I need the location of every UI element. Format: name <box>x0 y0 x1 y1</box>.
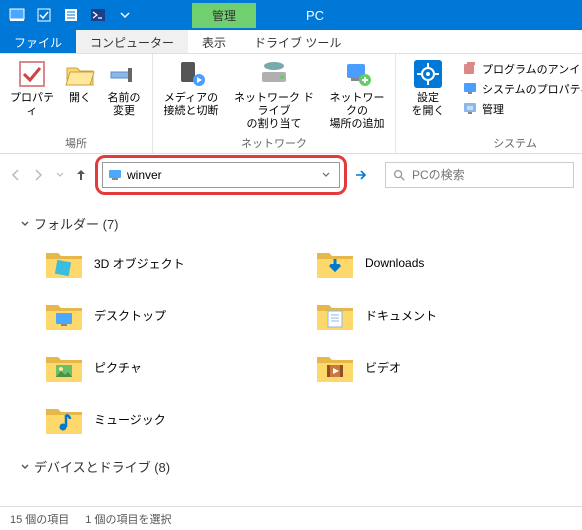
status-bar: 15 個の項目 1 個の項目を選択 <box>0 506 582 530</box>
folder-open-icon <box>64 58 96 90</box>
address-highlight <box>95 155 347 195</box>
properties-label: プロパティ <box>8 92 56 118</box>
rename-label: 名前の 変更 <box>108 92 141 118</box>
group-label-location: 場所 <box>8 133 144 151</box>
qat-checkbox-icon[interactable] <box>31 2 57 28</box>
folder-3d-objects[interactable]: 3D オブジェクト <box>40 241 291 285</box>
group-label-system: システム <box>404 133 582 151</box>
open-label: 開く <box>69 92 91 105</box>
qat-dropdown-icon[interactable] <box>112 2 138 28</box>
folder-documents[interactable]: ドキュメント <box>311 293 562 337</box>
tab-file[interactable]: ファイル <box>0 30 76 53</box>
qat-properties-icon[interactable] <box>58 2 84 28</box>
folder-videos[interactable]: ビデオ <box>311 345 562 389</box>
system-menu-icon[interactable] <box>4 2 30 28</box>
manage-icon <box>462 101 478 117</box>
folder-icon <box>315 349 355 385</box>
item-label: ピクチャ <box>94 359 142 376</box>
add-location-label: ネットワークの 場所の追加 <box>327 92 387 132</box>
manage-item[interactable]: 管理 <box>460 100 582 118</box>
settings-label: 設定 を開く <box>412 92 445 118</box>
address-input[interactable] <box>127 168 313 182</box>
pc-icon <box>107 167 123 183</box>
uninstall-icon <box>462 61 478 77</box>
tab-view[interactable]: 表示 <box>188 30 240 53</box>
media-server-icon <box>175 58 207 90</box>
quick-access-toolbar <box>0 2 142 28</box>
add-location-button[interactable]: ネットワークの 場所の追加 <box>327 58 387 133</box>
folder-music[interactable]: ミュージック <box>40 397 291 441</box>
network-location-icon <box>341 58 373 90</box>
gear-icon <box>412 58 444 90</box>
map-drive-label: ネットワーク ドライブ の割り当て <box>229 92 319 132</box>
folder-icon <box>44 401 84 437</box>
rename-icon <box>108 58 140 90</box>
media-label: メディアの 接続と切断 <box>164 92 219 118</box>
manage-label: 管理 <box>482 101 504 117</box>
folder-desktop[interactable]: デスクトップ <box>40 293 291 337</box>
folder-icon <box>315 245 355 281</box>
folder-icon <box>44 297 84 333</box>
uninstall-label: プログラムのアンインスト… <box>482 61 582 77</box>
contextual-tab-manage[interactable]: 管理 <box>192 3 256 28</box>
chevron-down-icon <box>20 219 30 229</box>
content-area: フォルダー (7) 3D オブジェクト Downloads デスクトップ ドキュ… <box>0 196 582 494</box>
ribbon-group-location: プロパティ 開く 名前の 変更 場所 <box>0 54 153 153</box>
item-label: 3D オブジェクト <box>94 255 185 272</box>
ribbon: プロパティ 開く 名前の 変更 場所 メディアの 接続と切断 ネットワーク ドラ… <box>0 54 582 154</box>
system-list: プログラムのアンインスト… システムのプロパティ 管理 <box>460 58 582 133</box>
go-button[interactable] <box>353 163 369 187</box>
ribbon-group-system: 設定 を開く プログラムのアンインスト… システムのプロパティ 管理 システム <box>396 54 582 153</box>
open-button[interactable]: 開く <box>64 58 96 133</box>
qat-powershell-icon[interactable] <box>85 2 111 28</box>
drive-network-icon <box>258 58 290 90</box>
sys-prop-label: システムのプロパティ <box>482 81 582 97</box>
window-title: PC <box>306 8 324 23</box>
folders-header-label: フォルダー (7) <box>34 214 119 233</box>
monitor-icon <box>462 81 478 97</box>
folder-icon <box>44 245 84 281</box>
folders-header[interactable]: フォルダー (7) <box>20 214 562 233</box>
item-label: Downloads <box>365 256 424 270</box>
rename-button[interactable]: 名前の 変更 <box>104 58 144 133</box>
item-label: デスクトップ <box>94 307 166 324</box>
item-label: ドキュメント <box>365 307 437 324</box>
navigation-bar <box>0 154 582 196</box>
status-selected: 1 個の項目を選択 <box>85 511 171 527</box>
back-button[interactable] <box>8 163 24 187</box>
folders-grid: 3D オブジェクト Downloads デスクトップ ドキュメント ピクチャ ビ… <box>20 241 562 441</box>
folder-icon <box>44 349 84 385</box>
address-bar[interactable] <box>102 162 340 188</box>
item-label: ビデオ <box>365 359 401 376</box>
folder-downloads[interactable]: Downloads <box>311 241 562 285</box>
checkmark-icon <box>16 58 48 90</box>
item-label: ミュージック <box>94 411 166 428</box>
search-box[interactable] <box>385 162 574 188</box>
chevron-down-icon <box>20 462 30 472</box>
settings-button[interactable]: 設定 を開く <box>404 58 452 133</box>
address-dropdown[interactable] <box>317 170 335 180</box>
tab-drive-tools[interactable]: ドライブ ツール <box>240 30 355 53</box>
uninstall-item[interactable]: プログラムのアンインスト… <box>460 60 582 78</box>
properties-button[interactable]: プロパティ <box>8 58 56 133</box>
map-drive-button[interactable]: ネットワーク ドライブ の割り当て <box>229 58 319 133</box>
search-input[interactable] <box>412 168 567 182</box>
recent-dropdown[interactable] <box>52 163 67 187</box>
titlebar: 管理 PC <box>0 0 582 30</box>
forward-button[interactable] <box>30 163 46 187</box>
ribbon-group-network: メディアの 接続と切断 ネットワーク ドライブ の割り当て ネットワークの 場所… <box>153 54 396 153</box>
system-properties-item[interactable]: システムのプロパティ <box>460 80 582 98</box>
tab-computer[interactable]: コンピューター <box>76 30 188 53</box>
folder-icon <box>315 297 355 333</box>
group-label-network: ネットワーク <box>161 133 387 151</box>
ribbon-tabs: ファイル コンピューター 表示 ドライブ ツール <box>0 30 582 54</box>
folder-pictures[interactable]: ピクチャ <box>40 345 291 389</box>
media-button[interactable]: メディアの 接続と切断 <box>161 58 221 133</box>
up-button[interactable] <box>73 163 89 187</box>
devices-header[interactable]: デバイスとドライブ (8) <box>20 457 562 476</box>
devices-header-label: デバイスとドライブ (8) <box>34 457 170 476</box>
search-icon <box>392 168 406 182</box>
status-count: 15 個の項目 <box>10 511 69 527</box>
